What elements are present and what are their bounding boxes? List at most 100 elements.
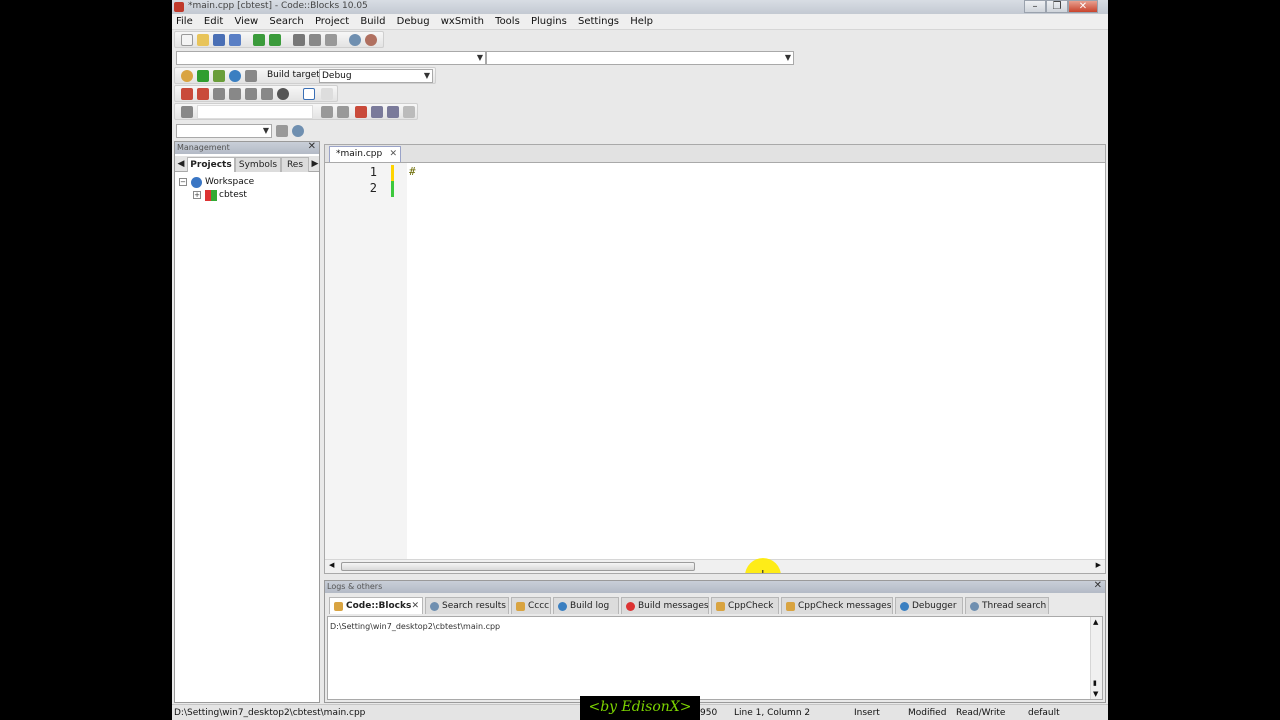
- pin-icon: [626, 602, 635, 611]
- project-icon: [205, 190, 217, 201]
- vertical-scrollbar[interactable]: ▲ ▮ ▼: [1090, 617, 1102, 699]
- jump-combo[interactable]: [197, 105, 313, 119]
- menu-edit[interactable]: Edit: [200, 14, 227, 27]
- next-instruction-icon[interactable]: [261, 88, 273, 100]
- maximize-button[interactable]: ❐: [1046, 0, 1068, 13]
- close-icon[interactable]: ✕: [308, 141, 316, 153]
- log-icon: [716, 602, 725, 611]
- copy-icon[interactable]: [309, 34, 321, 46]
- tab-cppcheck[interactable]: CppCheck: [711, 597, 779, 614]
- tab-cppcheck-messages[interactable]: CppCheck messages: [781, 597, 893, 614]
- paste-icon[interactable]: [325, 34, 337, 46]
- redo-icon[interactable]: [269, 34, 281, 46]
- cut-icon[interactable]: [293, 34, 305, 46]
- scroll-left-icon[interactable]: ◀: [329, 561, 334, 569]
- minimize-button[interactable]: –: [1024, 0, 1046, 13]
- tab-scroll-right-icon[interactable]: ▶: [309, 157, 321, 172]
- tab-cppcheck-messages-label: CppCheck messages: [798, 601, 892, 611]
- tab-scroll-left-icon[interactable]: ◀: [175, 157, 187, 172]
- abbreviation-icon[interactable]: [387, 106, 399, 118]
- menu-build[interactable]: Build: [356, 14, 389, 27]
- build-icon[interactable]: [181, 70, 193, 82]
- find-icon[interactable]: [349, 34, 361, 46]
- function-combo[interactable]: ▼: [486, 51, 794, 65]
- status-cursor-position: Line 1, Column 2: [734, 708, 811, 718]
- rebuild-icon[interactable]: [229, 70, 241, 82]
- scroll-up-icon[interactable]: ▲: [1093, 618, 1098, 626]
- menu-settings[interactable]: Settings: [574, 14, 623, 27]
- tab-debugger-label: Debugger: [912, 601, 957, 611]
- jump-forward-icon[interactable]: [337, 106, 349, 118]
- toolbar-options-icon[interactable]: [403, 106, 415, 118]
- gear-icon: [900, 602, 909, 611]
- collapse-icon[interactable]: −: [179, 178, 187, 186]
- tab-debugger[interactable]: Debugger: [895, 597, 963, 614]
- next-line-icon[interactable]: [213, 88, 225, 100]
- close-icon[interactable]: ✕: [411, 598, 419, 614]
- run-to-cursor-icon[interactable]: [197, 88, 209, 100]
- open-icon[interactable]: [197, 34, 209, 46]
- scrollbar-thumb[interactable]: ▮: [1093, 679, 1097, 687]
- log-output[interactable]: D:\Setting\win7_desktop2\cbtest\main.cpp…: [327, 616, 1103, 700]
- code-editor[interactable]: 1 2 # ◀ ▶ I: [324, 162, 1106, 574]
- menu-tools[interactable]: Tools: [491, 14, 524, 27]
- build-target-select[interactable]: Debug ▼: [319, 69, 433, 83]
- tab-thread-search[interactable]: Thread search: [965, 597, 1049, 614]
- close-icon[interactable]: ✕: [389, 147, 397, 161]
- line-number: 1: [369, 165, 377, 179]
- gear-icon: [558, 602, 567, 611]
- menu-file[interactable]: File: [172, 14, 197, 27]
- undo-icon[interactable]: [253, 34, 265, 46]
- log-icon: [334, 602, 343, 611]
- build-target-label: Build target:: [267, 70, 323, 80]
- scope-combo[interactable]: ▼: [176, 51, 486, 65]
- menu-project[interactable]: Project: [311, 14, 353, 27]
- tab-build-messages[interactable]: Build messages: [621, 597, 709, 614]
- step-into-icon[interactable]: [229, 88, 241, 100]
- menu-debug[interactable]: Debug: [393, 14, 434, 27]
- scroll-down-icon[interactable]: ▼: [1093, 690, 1098, 698]
- bookmark-icon[interactable]: [371, 106, 383, 118]
- debug-windows-icon[interactable]: [303, 88, 315, 100]
- debug-start-icon[interactable]: [181, 88, 193, 100]
- scrollbar-thumb[interactable]: [341, 562, 695, 571]
- tab-cccc[interactable]: Cccc: [511, 597, 551, 614]
- tab-main-cpp[interactable]: *main.cpp ✕: [329, 146, 401, 162]
- tab-symbols[interactable]: Symbols: [235, 157, 281, 172]
- tab-build-log[interactable]: Build log: [553, 597, 619, 614]
- search-combo[interactable]: ▼: [176, 124, 272, 138]
- save-icon[interactable]: [213, 34, 225, 46]
- menu-wxsmith[interactable]: wxSmith: [437, 14, 488, 27]
- replace-icon[interactable]: [365, 34, 377, 46]
- logs-tabs: Code::Blocks ✕ Search results Cccc Build …: [327, 597, 1103, 615]
- run-icon[interactable]: [197, 70, 209, 82]
- search-options-icon[interactable]: [276, 125, 288, 137]
- tab-resources[interactable]: Res: [281, 157, 309, 172]
- watermark: <by EdisonX>: [580, 696, 700, 720]
- build-run-icon[interactable]: [213, 70, 225, 82]
- jump-back-icon[interactable]: [321, 106, 333, 118]
- highlight-icon[interactable]: [355, 106, 367, 118]
- save-all-icon[interactable]: [229, 34, 241, 46]
- scroll-right-icon[interactable]: ▶: [1096, 561, 1101, 569]
- menu-view[interactable]: View: [230, 14, 262, 27]
- tab-search-results[interactable]: Search results: [425, 597, 509, 614]
- tab-codeblocks-log[interactable]: Code::Blocks ✕: [329, 597, 423, 614]
- horizontal-scrollbar[interactable]: ◀ ▶: [325, 559, 1105, 573]
- tab-projects[interactable]: Projects: [187, 157, 235, 172]
- search-icon: [970, 602, 979, 611]
- close-icon[interactable]: ✕: [1094, 580, 1102, 592]
- tab-thread-search-label: Thread search: [982, 601, 1047, 611]
- stop-debugger-icon[interactable]: [277, 88, 289, 100]
- menu-plugins[interactable]: Plugins: [527, 14, 571, 27]
- new-file-icon[interactable]: [181, 34, 193, 46]
- step-out-icon[interactable]: [245, 88, 257, 100]
- info-icon[interactable]: [321, 88, 333, 100]
- jump-icon[interactable]: [181, 106, 193, 118]
- expand-icon[interactable]: +: [193, 191, 201, 199]
- search-icon[interactable]: [292, 125, 304, 137]
- abort-icon[interactable]: [245, 70, 257, 82]
- menu-search[interactable]: Search: [265, 14, 307, 27]
- menu-help[interactable]: Help: [626, 14, 657, 27]
- close-window-button[interactable]: ✕: [1068, 0, 1098, 13]
